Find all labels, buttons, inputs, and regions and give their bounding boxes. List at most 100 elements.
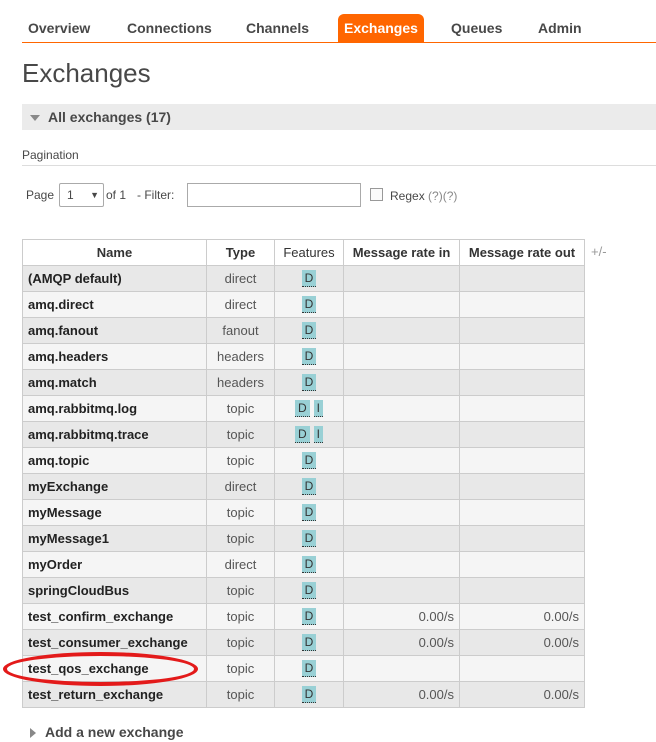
message-rate-out [459, 395, 585, 422]
feature-badge[interactable]: D [301, 686, 317, 703]
message-rate-out [459, 473, 585, 500]
feature-badge[interactable]: D [301, 634, 317, 651]
exchange-name-link[interactable]: myMessage1 [22, 525, 207, 552]
feature-badge[interactable]: D [301, 530, 317, 547]
exchange-features: D [274, 551, 344, 578]
regex-checkbox[interactable] [370, 188, 383, 201]
tab-exchanges[interactable]: Exchanges [338, 14, 424, 42]
collapse-triangle-icon [30, 115, 40, 122]
feature-badge[interactable]: D [301, 270, 317, 287]
exchange-name-link[interactable]: test_return_exchange [22, 681, 207, 708]
column-header-features: Features [274, 239, 344, 266]
table-row: amq.headers headers D [22, 343, 585, 370]
message-rate-out [459, 499, 585, 526]
tab-queues[interactable]: Queues [445, 14, 508, 42]
exchange-type: topic [206, 525, 275, 552]
page-label: Page [26, 188, 55, 202]
exchange-features: DI [274, 395, 344, 422]
page-select[interactable]: 1 ▼ [59, 183, 104, 207]
feature-badge[interactable]: D [301, 322, 317, 339]
feature-badge[interactable]: D [301, 348, 317, 365]
exchanges-table-body: (AMQP default) direct Damq.direct direct Dam… [22, 265, 585, 708]
feature-badge[interactable]: D [294, 400, 310, 417]
message-rate-in [343, 421, 460, 448]
exchange-name-link[interactable]: test_qos_exchange [22, 655, 207, 682]
filter-input[interactable] [187, 183, 361, 207]
message-rate-out [459, 291, 585, 318]
tab-channels[interactable]: Channels [240, 14, 315, 42]
table-row: amq.match headers D [22, 369, 585, 396]
exchange-type: direct [206, 291, 275, 318]
tab-admin[interactable]: Admin [532, 14, 588, 42]
feature-badge[interactable]: D [301, 296, 317, 313]
message-rate-in [343, 395, 460, 422]
exchange-features: D [274, 629, 344, 656]
column-options-toggle[interactable]: +/- [591, 244, 607, 259]
message-rate-in [343, 655, 460, 682]
feature-badge[interactable]: D [301, 608, 317, 625]
feature-badge[interactable]: D [294, 426, 310, 443]
feature-badge[interactable]: D [301, 374, 317, 391]
exchange-name-link[interactable]: test_confirm_exchange [22, 603, 207, 630]
exchange-name-link[interactable]: (AMQP default) [22, 265, 207, 292]
feature-badge[interactable]: D [301, 504, 317, 521]
exchange-features: D [274, 447, 344, 474]
exchange-name-link[interactable]: amq.rabbitmq.trace [22, 421, 207, 448]
message-rate-in [343, 291, 460, 318]
tab-connections[interactable]: Connections [121, 14, 218, 42]
section-title: All exchanges (17) [48, 109, 171, 125]
feature-badge[interactable]: D [301, 556, 317, 573]
feature-badge[interactable]: D [301, 582, 317, 599]
filter-label: - Filter: [137, 188, 175, 202]
exchange-name-link[interactable]: amq.rabbitmq.log [22, 395, 207, 422]
table-row: test_return_exchange topic D 0.00/s 0.00/s [22, 681, 585, 708]
exchange-name-link[interactable]: myExchange [22, 473, 207, 500]
exchange-name-link[interactable]: springCloudBus [22, 577, 207, 604]
column-header-type[interactable]: Type [206, 239, 275, 266]
feature-badge[interactable]: D [301, 660, 317, 677]
regex-label: Regex (?)(?) [390, 184, 457, 208]
exchange-type: topic [206, 421, 275, 448]
feature-badge[interactable]: I [313, 426, 323, 443]
feature-badge[interactable]: D [301, 478, 317, 495]
message-rate-out [459, 343, 585, 370]
all-exchanges-section-header[interactable]: All exchanges (17) [22, 104, 656, 130]
exchange-name-link[interactable]: amq.direct [22, 291, 207, 318]
message-rate-out: 0.00/s [459, 681, 585, 708]
exchange-name-link[interactable]: myOrder [22, 551, 207, 578]
table-row: test_confirm_exchange topic D 0.00/s 0.00/s [22, 603, 585, 630]
table-row: test_consumer_exchange topic D 0.00/s 0.00/s [22, 629, 585, 656]
exchange-name-link[interactable]: amq.headers [22, 343, 207, 370]
column-header-message-rate-out[interactable]: Message rate out [459, 239, 585, 266]
exchange-name-link[interactable]: amq.fanout [22, 317, 207, 344]
page-title: Exchanges [22, 58, 151, 88]
message-rate-in [343, 343, 460, 370]
exchange-name-link[interactable]: amq.match [22, 369, 207, 396]
column-header-message-rate-in[interactable]: Message rate in [343, 239, 460, 266]
message-rate-out: 0.00/s [459, 603, 585, 630]
column-header-name[interactable]: Name [22, 239, 207, 266]
exchange-features: D [274, 291, 344, 318]
message-rate-in [343, 473, 460, 500]
feature-badge[interactable]: I [313, 400, 323, 417]
add-exchange-title: Add a new exchange [45, 724, 184, 740]
pagination-label[interactable]: Pagination [22, 148, 79, 162]
exchange-features: D [274, 499, 344, 526]
table-row: (AMQP default) direct D [22, 265, 585, 292]
exchange-name-link[interactable]: amq.topic [22, 447, 207, 474]
message-rate-in: 0.00/s [343, 629, 460, 656]
exchange-name-link[interactable]: test_consumer_exchange [22, 629, 207, 656]
tab-overview[interactable]: Overview [22, 14, 96, 42]
exchange-name-link[interactable]: myMessage [22, 499, 207, 526]
exchange-features: D [274, 343, 344, 370]
table-row: amq.direct direct D [22, 291, 585, 318]
feature-badge[interactable]: D [301, 452, 317, 469]
divider [22, 165, 656, 166]
regex-help-link[interactable]: (?) [428, 189, 443, 203]
exchange-type: fanout [206, 317, 275, 344]
add-exchange-section-header[interactable]: Add a new exchange [30, 724, 183, 740]
message-rate-out [459, 421, 585, 448]
exchange-features: D [274, 317, 344, 344]
table-row: test_qos_exchange topic D [22, 655, 585, 682]
regex-help-link-2[interactable]: (?) [443, 189, 458, 203]
